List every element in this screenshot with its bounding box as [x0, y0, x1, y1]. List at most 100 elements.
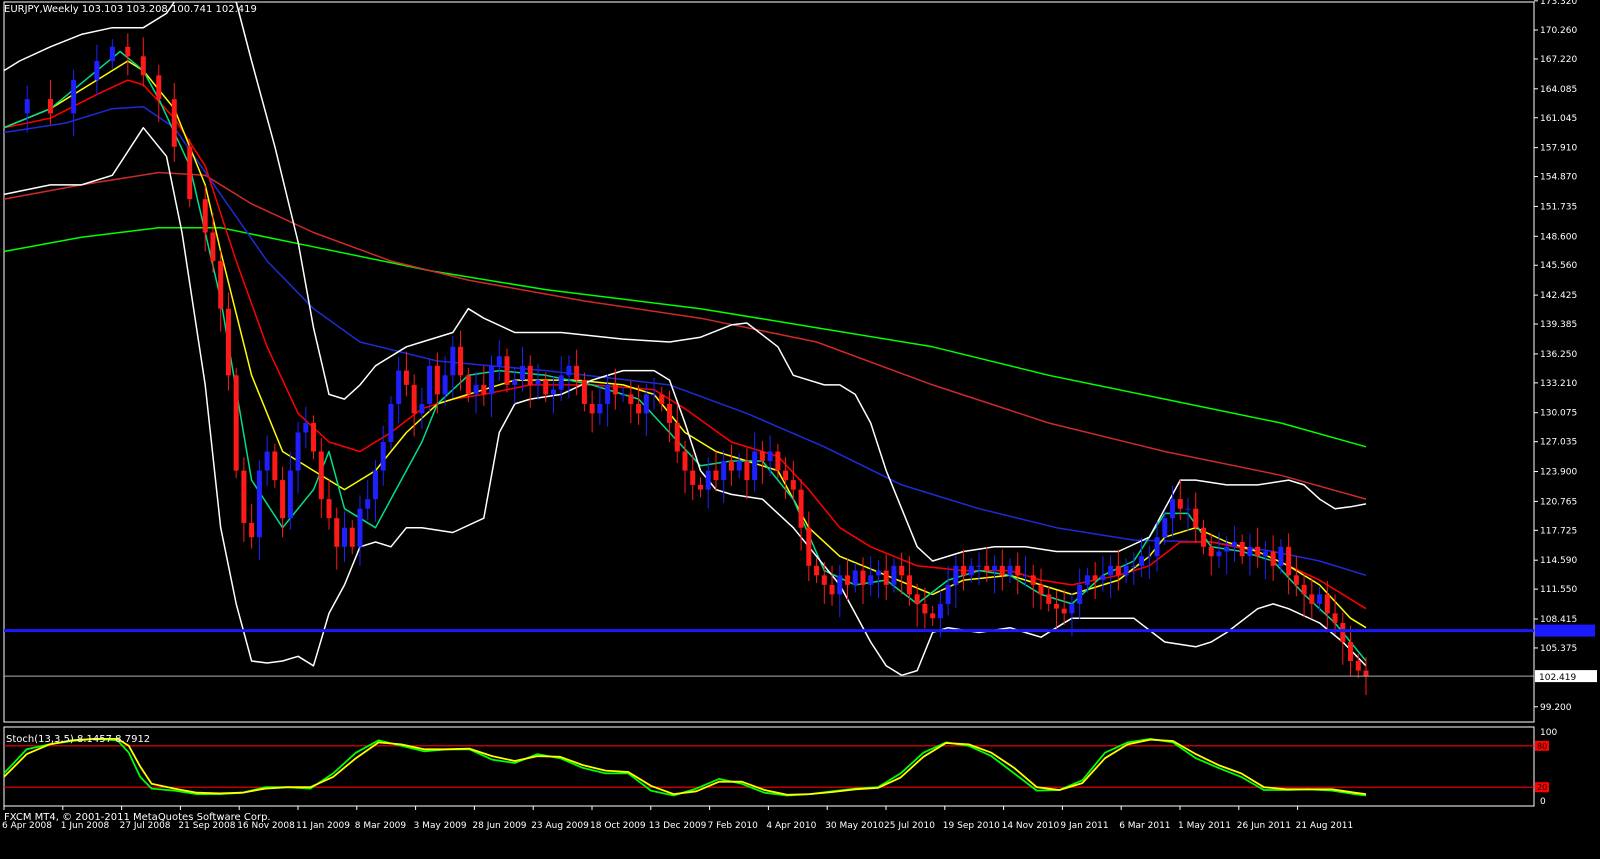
candle-body [1193, 508, 1199, 528]
time-tick-label: 1 May 2011 [1178, 821, 1231, 831]
candle-body [783, 470, 789, 481]
candle-body [1108, 565, 1114, 576]
price-axis: 173.320 170.260 167.220 164.085 161.045 157.9… [4, 0, 1597, 713]
candle-body [1046, 594, 1052, 604]
candle-body [636, 403, 642, 414]
candle-body [1216, 551, 1222, 557]
candle-body [411, 384, 417, 414]
indicator-line-5 [3, 50, 1367, 662]
candle-body [566, 365, 572, 376]
price-tick-label: 145.560 [1540, 261, 1577, 271]
time-tick-label: 25 Jul 2010 [884, 821, 935, 831]
candle-body [1177, 499, 1183, 509]
price-tick-label: 157.910 [1540, 144, 1577, 154]
candle-body [481, 384, 487, 395]
candle-body [1293, 575, 1299, 585]
candle-body [1123, 565, 1129, 576]
candle-body [667, 403, 673, 423]
time-tick-label: 7 Feb 2010 [708, 821, 759, 831]
chart-area[interactable]: 173.320 170.260 167.220 164.085 161.045 157.9… [0, 0, 1600, 855]
candle-body [1038, 584, 1044, 595]
candle-body [829, 584, 835, 595]
candle-body [403, 370, 409, 385]
candle-body [1324, 594, 1330, 614]
candle-body [1162, 518, 1168, 538]
candle-body [852, 570, 858, 585]
candle-body [24, 99, 30, 114]
candle-body [442, 375, 448, 395]
time-tick-label: 21 Aug 2011 [1296, 821, 1354, 831]
candle-body [458, 346, 464, 376]
candle-body [1286, 546, 1292, 576]
candle-body [798, 489, 804, 528]
candle-body [690, 470, 696, 485]
price-tick-label: 130.075 [1540, 409, 1577, 419]
candle-body [767, 451, 773, 462]
candle-body [233, 375, 239, 471]
candle-body [372, 470, 378, 500]
candle-body [1100, 575, 1106, 581]
candle-body [1077, 584, 1083, 604]
candle-body [256, 470, 262, 538]
indicator-line-6 [3, 126, 1367, 677]
candle-body [628, 394, 634, 404]
candle-body [589, 403, 595, 414]
candle-body [721, 461, 727, 481]
candle-body [535, 380, 541, 385]
candle-body [311, 422, 317, 452]
price-tick-label: 161.045 [1540, 114, 1577, 124]
candle-body [961, 565, 967, 576]
candle-body [612, 384, 618, 395]
candle-body [922, 603, 928, 614]
candles [24, 33, 1369, 696]
candle-body [1262, 551, 1268, 557]
stoch-tick-label: 0 [1540, 797, 1546, 807]
time-tick-label: 13 Dec 2009 [649, 821, 707, 831]
candle-body [860, 570, 866, 585]
time-tick-label: 9 Jan 2011 [1060, 821, 1108, 831]
price-indicators [3, 1, 1367, 677]
candle-body [914, 594, 920, 604]
candle-body [1061, 608, 1067, 614]
candle-body [1255, 546, 1261, 557]
candle-body [581, 380, 587, 404]
price-tick-label: 99.200 [1540, 703, 1572, 713]
candle-body [1007, 565, 1013, 576]
candle-body [342, 527, 347, 547]
candle-body [71, 80, 77, 114]
price-tick-label: 133.210 [1540, 379, 1577, 389]
time-tick-label: 23 Aug 2009 [531, 821, 589, 831]
price-tick-label: 108.415 [1540, 615, 1577, 625]
indicator-line-8 [235, 1, 1367, 562]
price-tick-label: 127.035 [1540, 438, 1577, 448]
candle-body [357, 508, 363, 547]
price-tick-label: 154.870 [1540, 173, 1577, 183]
candle-body [334, 518, 340, 547]
candle-body [264, 451, 270, 471]
price-tick-label: 164.085 [1540, 85, 1577, 95]
candle-body [1340, 622, 1346, 642]
candle-body [883, 570, 889, 585]
candle-body [419, 403, 425, 414]
time-tick-label: 18 Oct 2009 [590, 821, 646, 831]
candle-body [318, 451, 324, 500]
candle-body [349, 527, 355, 547]
candle-body [1332, 613, 1338, 623]
candle-body [1200, 527, 1206, 547]
price-panel-frame [3, 1, 1535, 807]
candle-body [984, 565, 990, 571]
time-tick-label: 30 May 2010 [825, 821, 884, 831]
price-chart[interactable]: 173.320 170.260 167.220 164.085 161.045 157.9… [0, 0, 1600, 855]
candle-body [156, 75, 162, 100]
candle-body [1185, 508, 1191, 510]
candle-body [1270, 551, 1276, 566]
candle-body [775, 451, 781, 471]
indicator-line-4 [3, 60, 1367, 629]
candle-body [272, 451, 278, 481]
candle-body [365, 499, 371, 509]
candle-body [47, 99, 53, 114]
candle-body [1170, 499, 1176, 519]
candle-body [1146, 556, 1152, 558]
time-tick-label: 4 Apr 2010 [766, 821, 816, 831]
candle-body [790, 480, 796, 490]
